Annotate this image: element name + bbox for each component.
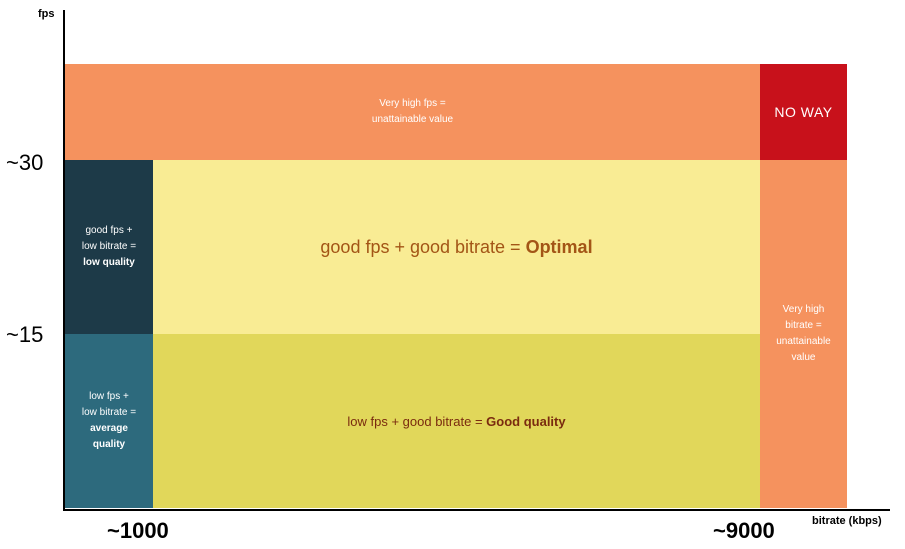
very-high-bitrate-line3: unattainable xyxy=(776,336,831,347)
very-high-bitrate-line1: Very high xyxy=(782,304,825,315)
optimal-emph: Optimal xyxy=(525,236,593,257)
x-tick-1000: ~1000 xyxy=(107,518,169,543)
good-quality-prefix: low fps + good bitrate = xyxy=(347,413,487,429)
optimal-prefix: good fps + good bitrate = xyxy=(320,236,526,257)
low-quality-line2: low bitrate = xyxy=(81,241,137,252)
average-quality-line2: low bitrate = xyxy=(81,407,137,418)
y-axis-title: fps xyxy=(38,8,55,20)
very-high-fps-line1: Very high fps = xyxy=(379,98,446,109)
very-high-bitrate-line4: value xyxy=(791,352,816,363)
low-quality-region: good fps + low bitrate = low quality xyxy=(65,160,153,334)
x-tick-9000: ~9000 xyxy=(713,518,775,543)
very-high-bitrate-line2: bitrate = xyxy=(785,320,822,331)
average-quality-region: low fps + low bitrate = average quality xyxy=(65,334,153,508)
average-quality-line3: average xyxy=(90,423,128,434)
very-high-fps-line2: unattainable value xyxy=(371,114,454,125)
no-way-region: NO WAY xyxy=(760,64,847,160)
low-quality-line3: low quality xyxy=(83,257,135,268)
good-quality-emph: Good quality xyxy=(486,413,566,429)
y-tick-15: ~15 xyxy=(6,322,44,347)
optimal-label: good fps + good bitrate = Optimal xyxy=(320,237,592,258)
optimal-region: good fps + good bitrate = Optimal xyxy=(153,160,760,334)
x-axis-line xyxy=(63,509,890,511)
no-way-label: NO WAY xyxy=(774,104,833,120)
very-high-bitrate-region: Very high bitrate = unattainable value xyxy=(760,160,847,508)
good-quality-region: low fps + good bitrate = Good quality xyxy=(153,334,760,508)
good-quality-label: low fps + good bitrate = Good quality xyxy=(347,414,565,429)
low-quality-line1: good fps + xyxy=(85,225,133,236)
average-quality-line4: quality xyxy=(92,439,126,450)
y-tick-30: ~30 xyxy=(6,150,44,175)
very-high-fps-region: Very high fps = unattainable value xyxy=(65,64,760,160)
average-quality-line1: low fps + xyxy=(89,391,129,402)
x-axis-title: bitrate (kbps) xyxy=(812,515,882,527)
